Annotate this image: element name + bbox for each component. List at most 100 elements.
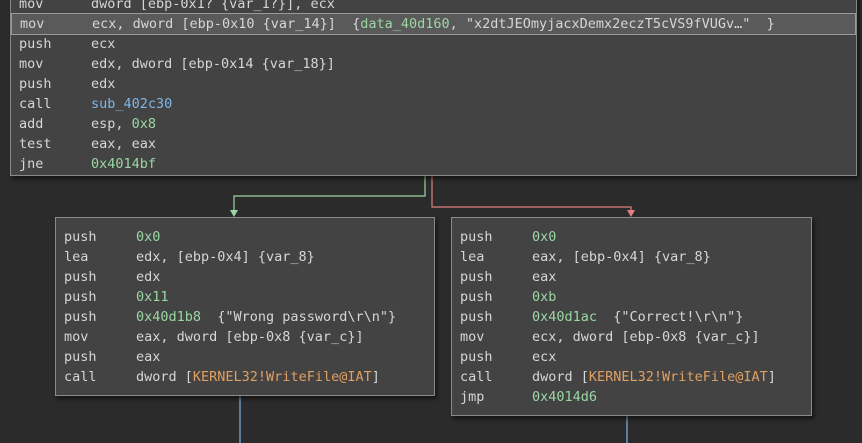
instruction-row[interactable]: mov ecx, dword [ebp-0x10 {var_14}] {data_… xyxy=(11,13,856,35)
instruction-operands: dword [ebp-0x1? {var_1?}], ecx xyxy=(91,0,335,14)
instruction-mnemonic: push xyxy=(460,349,493,365)
instruction-mnemonic: lea xyxy=(460,249,485,265)
instruction-row[interactable]: push edx xyxy=(11,74,856,94)
operand-token[interactable]: KERNEL32!WriteFile@IAT xyxy=(193,369,372,385)
instruction-mnemonic: push xyxy=(460,229,493,245)
instruction-operands: 0x40d1b8 {"Wrong password\r\n"} xyxy=(136,307,396,327)
instruction-row[interactable]: push ecx xyxy=(11,34,856,54)
instruction-operands: edx xyxy=(91,74,115,94)
instruction-operands: eax, [ebp-0x4] {var_8} xyxy=(532,247,711,267)
instruction-mnemonic: call xyxy=(19,96,52,112)
operand-token: ecx xyxy=(532,349,557,365)
instruction-row[interactable]: call dword [KERNEL32!WriteFile@IAT] xyxy=(452,367,811,387)
operand-token[interactable]: 0x4014d6 xyxy=(532,389,597,405)
instruction-mnemonic: jne xyxy=(19,156,44,172)
basic-block-correct[interactable]: push 0x0 lea eax, [ebp-0x4] {var_8} push eax p… xyxy=(451,217,812,416)
instruction-operands: 0x4014bf xyxy=(91,154,156,174)
operand-token[interactable]: 0x0 xyxy=(136,229,160,245)
instruction-row[interactable]: push 0x11 xyxy=(56,287,434,307)
operand-token: ecx xyxy=(91,36,116,52)
edge-false-arrowhead xyxy=(627,210,635,217)
operand-token[interactable]: data_40d160 xyxy=(360,16,449,32)
operand-token: dword [ebp-0x1? {var_1?}], ecx xyxy=(91,0,335,12)
operand-token[interactable]: 0x8 xyxy=(132,116,156,132)
instruction-mnemonic: push xyxy=(460,309,493,325)
instruction-row[interactable]: test eax, eax xyxy=(11,134,856,154)
instruction-row[interactable]: push 0x0 xyxy=(452,227,811,247)
basic-block-wrong-password[interactable]: push 0x0 lea edx, [ebp-0x4] {var_8} push edx p… xyxy=(55,217,435,396)
operand-token: edx, [ebp-0x4] {var_8} xyxy=(136,249,315,265)
operand-token: {"Wrong password\r\n"} xyxy=(201,309,397,325)
instruction-mnemonic: push xyxy=(460,269,493,285)
operand-token: {"Correct!\r\n"} xyxy=(597,309,744,325)
instruction-row[interactable]: call dword [KERNEL32!WriteFile@IAT] xyxy=(56,367,434,387)
operand-token[interactable]: 0x0 xyxy=(532,229,556,245)
instruction-mnemonic: test xyxy=(19,136,52,152)
instruction-operands: dword [KERNEL32!WriteFile@IAT] xyxy=(532,367,776,387)
operand-token[interactable]: 0xb xyxy=(532,289,556,305)
operand-token[interactable]: 0x40d1b8 xyxy=(136,309,201,325)
instruction-row[interactable]: push 0xb xyxy=(452,287,811,307)
operand-token[interactable]: 0x11 xyxy=(136,289,169,305)
operand-token[interactable]: sub_402c30 xyxy=(91,96,172,112)
instruction-row[interactable]: push 0x0 xyxy=(56,227,434,247)
instruction-operands: edx, [ebp-0x4] {var_8} xyxy=(136,247,315,267)
operand-token[interactable]: 0x40d1ac xyxy=(532,309,597,325)
instruction-row[interactable]: lea edx, [ebp-0x4] {var_8} xyxy=(56,247,434,267)
instruction-mnemonic: mov xyxy=(19,0,44,12)
instruction-operands: ecx, dword [ebp-0x10 {var_14}] {data_40d… xyxy=(92,14,775,34)
instruction-row[interactable]: add esp, 0x8 xyxy=(11,114,856,134)
instruction-row[interactable]: mov eax, dword [ebp-0x8 {var_c}] xyxy=(56,327,434,347)
instruction-row[interactable]: mov edx, dword [ebp-0x14 {var_18}] xyxy=(11,54,856,74)
instruction-operands: ecx, dword [ebp-0x8 {var_c}] xyxy=(532,327,760,347)
operand-token: , "x2dtJEOmyjacxDemx2eczT5cVS9fVUGv…" } xyxy=(449,16,775,32)
operand-token: ecx, dword [ebp-0x8 {var_c}] xyxy=(532,329,760,345)
instruction-mnemonic: push xyxy=(19,36,52,52)
operand-token: eax, dword [ebp-0x8 {var_c}] xyxy=(136,329,364,345)
instruction-operands: 0x0 xyxy=(136,227,160,247)
instruction-row[interactable]: push edx xyxy=(56,267,434,287)
instruction-row[interactable]: jne 0x4014bf xyxy=(11,154,856,174)
instruction-mnemonic: call xyxy=(64,369,97,385)
instruction-row[interactable]: jmp 0x4014d6 xyxy=(452,387,811,407)
instruction-operands: esp, 0x8 xyxy=(91,114,156,134)
instruction-row[interactable]: push 0x40d1ac {"Correct!\r\n"} xyxy=(452,307,811,327)
instruction-mnemonic: push xyxy=(460,289,493,305)
instruction-mnemonic: push xyxy=(64,269,97,285)
instruction-mnemonic: mov xyxy=(460,329,485,345)
basic-block-top[interactable]: mov dword [ebp-0x1? {var_1?}], ecx mov ecx,… xyxy=(10,0,857,176)
operand-token: eax, [ebp-0x4] {var_8} xyxy=(532,249,711,265)
operand-token: eax xyxy=(532,269,557,285)
instruction-row[interactable]: lea eax, [ebp-0x4] {var_8} xyxy=(452,247,811,267)
edge-true-branch xyxy=(233,176,426,212)
operand-token[interactable]: KERNEL32!WriteFile@IAT xyxy=(589,369,768,385)
instruction-row[interactable]: mov dword [ebp-0x1? {var_1?}], ecx xyxy=(11,0,856,14)
operand-token: esp, xyxy=(91,116,132,132)
instruction-row[interactable]: push ecx xyxy=(452,347,811,367)
control-flow-graph[interactable]: mov dword [ebp-0x1? {var_1?}], ecx mov ecx,… xyxy=(0,0,862,443)
operand-token: ] xyxy=(767,369,776,385)
instruction-row[interactable]: call sub_402c30 xyxy=(11,94,856,114)
operand-token[interactable]: 0x4014bf xyxy=(91,156,156,172)
instruction-operands: eax, dword [ebp-0x8 {var_c}] xyxy=(136,327,364,347)
instruction-mnemonic: add xyxy=(19,116,44,132)
edge-true-arrowhead xyxy=(230,210,238,217)
operand-token: eax xyxy=(136,349,161,365)
instruction-row[interactable]: push eax xyxy=(56,347,434,367)
instruction-mnemonic: mov xyxy=(64,329,89,345)
instruction-mnemonic: call xyxy=(460,369,493,385)
instruction-operands: eax xyxy=(532,267,556,287)
instruction-row[interactable]: push eax xyxy=(452,267,811,287)
instruction-mnemonic: push xyxy=(64,289,97,305)
operand-token: edx xyxy=(91,76,116,92)
operand-token: edx, dword [ebp-0x14 {var_18}] xyxy=(91,56,335,72)
instruction-operands: eax xyxy=(136,347,160,367)
instruction-row[interactable]: push 0x40d1b8 {"Wrong password\r\n"} xyxy=(56,307,434,327)
instruction-operands: 0xb xyxy=(532,287,556,307)
instruction-operands: dword [KERNEL32!WriteFile@IAT] xyxy=(136,367,380,387)
instruction-mnemonic: push xyxy=(19,76,52,92)
instruction-row[interactable]: mov ecx, dword [ebp-0x8 {var_c}] xyxy=(452,327,811,347)
operand-token: ecx, dword [ebp-0x10 {var_14}] { xyxy=(92,16,361,32)
instruction-operands: eax, eax xyxy=(91,134,156,154)
operand-token: ] xyxy=(371,369,380,385)
